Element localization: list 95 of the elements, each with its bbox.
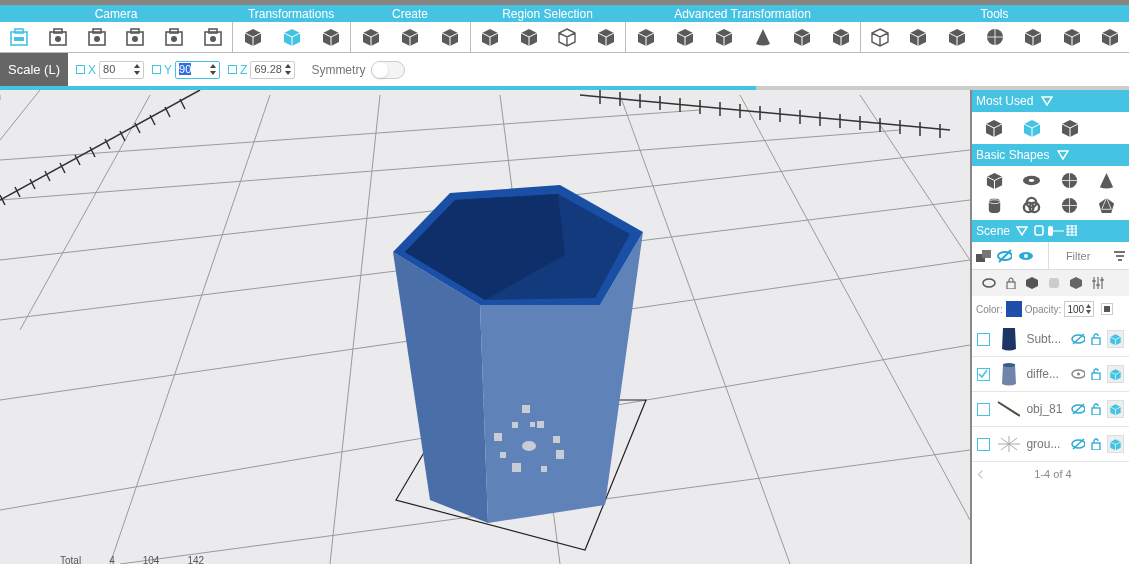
checkbox[interactable] xyxy=(977,367,990,381)
stat-label: 142 xyxy=(187,554,205,564)
checkbox[interactable] xyxy=(76,65,85,74)
item-name: diffe... xyxy=(1026,366,1060,383)
toolbar-group-label: Create xyxy=(392,5,428,23)
sphere-icon[interactable] xyxy=(1059,196,1079,215)
symmetry-toggle[interactable] xyxy=(371,60,406,79)
toolbar-group-label: Transformations xyxy=(247,5,335,23)
toolbar-group-label: Advanced Transformation xyxy=(674,5,811,23)
scene-list-item[interactable]: diffe... xyxy=(972,357,1129,392)
hidden-eye-icon[interactable] xyxy=(1070,403,1086,415)
item-name: obj_81 xyxy=(1026,401,1064,418)
cube-icon[interactable] xyxy=(984,118,1004,138)
axis-label: X xyxy=(88,61,96,79)
camera-icon[interactable] xyxy=(48,27,68,47)
cube-icon[interactable] xyxy=(595,27,616,47)
toolbar-group-label: Region Selection xyxy=(502,5,593,23)
cube-icon[interactable] xyxy=(1070,277,1082,289)
view-toggle-icon[interactable] xyxy=(1034,225,1079,237)
stat-label: 4 xyxy=(109,554,115,564)
axis-label: Z xyxy=(240,61,248,79)
lock-icon[interactable] xyxy=(1006,277,1016,289)
sliders-icon[interactable] xyxy=(1092,277,1104,289)
symmetry-label: Symmetry xyxy=(311,61,366,79)
checkbox[interactable] xyxy=(977,402,990,416)
spinner-icon[interactable] xyxy=(285,64,292,75)
sphere-icon[interactable] xyxy=(1059,171,1079,190)
knot-icon[interactable] xyxy=(1022,196,1042,215)
spinner-icon[interactable] xyxy=(1086,304,1092,314)
eye-icon[interactable] xyxy=(982,278,996,288)
polyhedron-icon[interactable] xyxy=(1096,196,1116,215)
section-title: Most Used xyxy=(976,93,1034,110)
camera-icon[interactable] xyxy=(163,27,184,47)
scene-list-item[interactable]: grou... xyxy=(972,427,1129,462)
opacity-field[interactable]: 100 xyxy=(1064,301,1095,317)
opacity-label: Opacity: xyxy=(1024,302,1062,317)
eye-icon[interactable] xyxy=(1070,368,1086,380)
cube-icon[interactable] xyxy=(985,171,1005,190)
cube-icon[interactable] xyxy=(320,27,341,47)
section-title: Basic Shapes xyxy=(976,147,1050,164)
pagination-label: 1-4 of 4 xyxy=(1034,466,1072,482)
stat-label: 104 xyxy=(142,554,160,564)
color-swatch[interactable] xyxy=(1005,301,1022,317)
hidden-eye-icon[interactable] xyxy=(1070,333,1086,345)
toolbar-group-label: Camera xyxy=(94,5,138,23)
checkbox[interactable] xyxy=(228,65,238,74)
wireframe-cube-icon[interactable] xyxy=(557,27,578,47)
toolbar-group-label: Tools xyxy=(980,5,1009,23)
number-field[interactable]: 80 xyxy=(99,60,144,79)
cube-icon[interactable] xyxy=(360,27,381,47)
scale-mode-label: Scale (L) xyxy=(0,53,68,86)
cube-icon[interactable] xyxy=(713,27,734,47)
cube-icon[interactable] xyxy=(400,27,421,47)
item-name: Subt... xyxy=(1026,331,1063,348)
cube-icon[interactable] xyxy=(440,27,461,47)
filter-icon[interactable] xyxy=(1113,250,1125,261)
cube-icon[interactable] xyxy=(480,27,501,47)
filter-field[interactable]: Filter xyxy=(1047,242,1108,269)
stat-label: Total xyxy=(60,554,82,564)
spinner-icon[interactable] xyxy=(210,64,217,75)
color-label: Color: xyxy=(976,302,1003,317)
cube-icon[interactable] xyxy=(946,27,967,47)
cube-icon[interactable] xyxy=(518,27,539,47)
wireframe-cube-icon[interactable] xyxy=(870,27,891,47)
cube-icon[interactable] xyxy=(635,27,656,47)
cube-icon[interactable] xyxy=(1099,27,1120,47)
hidden-eye-icon[interactable] xyxy=(1070,438,1086,450)
scene-list-item[interactable]: obj_81 xyxy=(972,392,1129,427)
layers-icon[interactable] xyxy=(976,248,992,263)
3d-viewport[interactable]: Total 4 104 142 xyxy=(0,90,970,564)
item-name: grou... xyxy=(1026,436,1062,453)
cube-icon[interactable] xyxy=(791,27,812,47)
camera-icon[interactable] xyxy=(86,27,107,47)
number-field[interactable]: 90 xyxy=(175,60,221,79)
camera-icon[interactable] xyxy=(125,27,146,47)
cube-icon[interactable] xyxy=(1061,27,1082,47)
cube-icon[interactable] xyxy=(242,27,263,47)
cube-icon[interactable] xyxy=(674,27,695,47)
cube-icon[interactable] xyxy=(908,27,929,47)
checkbox[interactable] xyxy=(152,65,161,74)
cube-icon[interactable] xyxy=(1060,118,1080,138)
camera-icon[interactable] xyxy=(202,27,223,47)
section-title: Scene xyxy=(976,223,1011,240)
cube-icon[interactable] xyxy=(1023,27,1044,47)
hidden-eye-icon[interactable] xyxy=(997,248,1013,263)
square-icon[interactable] xyxy=(1101,303,1114,315)
axis-label: Y xyxy=(164,61,173,79)
scene-list-item[interactable]: Subt... xyxy=(972,322,1129,357)
sphere-icon[interactable] xyxy=(985,27,1005,47)
spinner-icon[interactable] xyxy=(134,64,140,75)
checkbox[interactable] xyxy=(977,437,990,451)
cube-icon[interactable] xyxy=(830,27,851,47)
number-field[interactable]: 69.28 xyxy=(250,60,296,79)
cube-icon[interactable] xyxy=(1026,277,1038,289)
checkbox[interactable] xyxy=(977,332,990,346)
